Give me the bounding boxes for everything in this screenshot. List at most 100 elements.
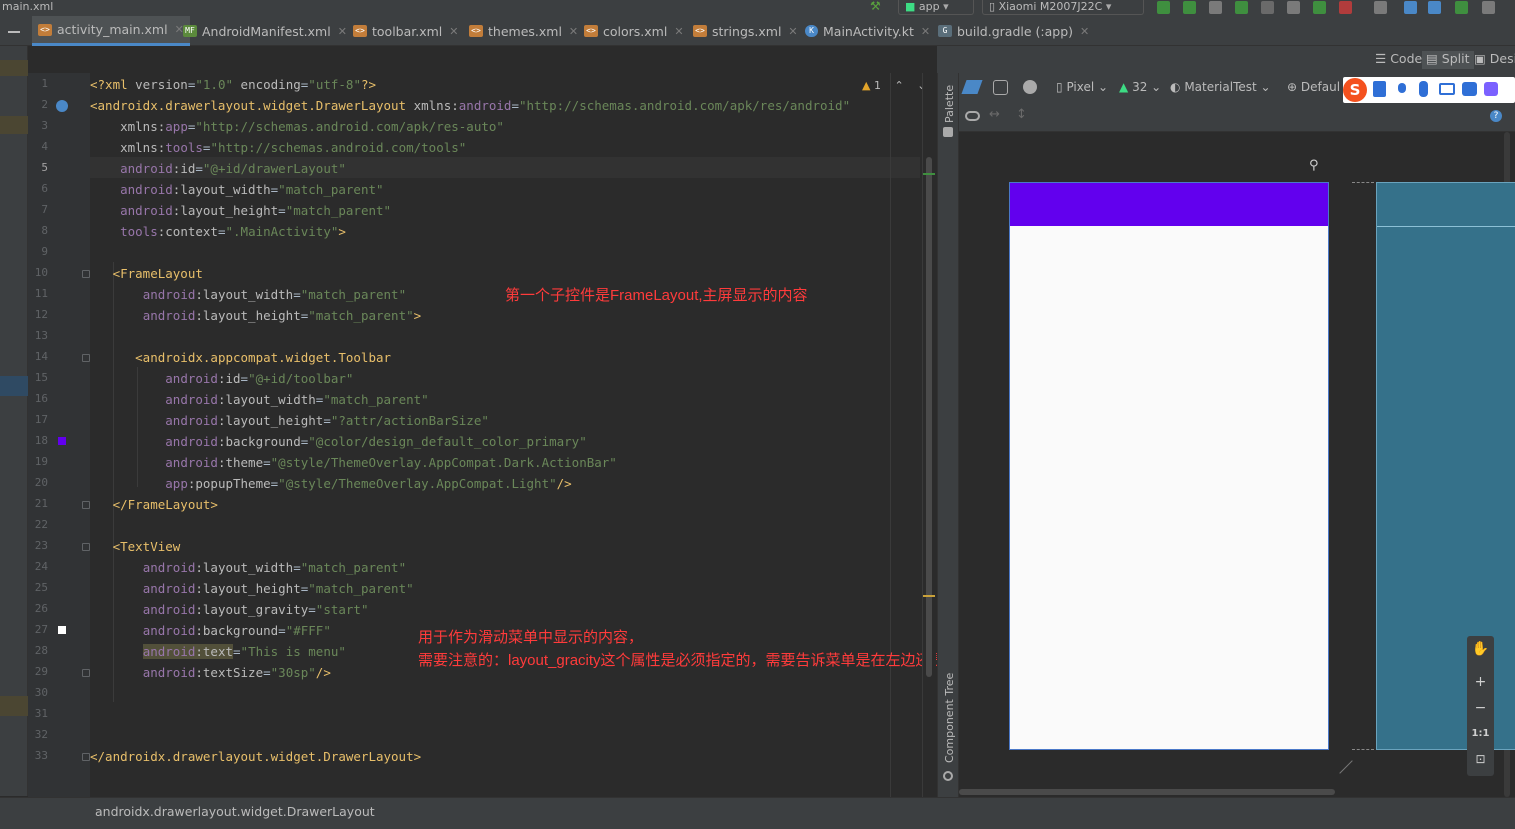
tab-activity-main[interactable]: <> activity_main.xml ✕ — [32, 16, 190, 46]
inspection-widget[interactable]: ▲ 1 ⌃ ⌄ — [862, 79, 926, 92]
code-mode-button[interactable]: ☰ Code — [1371, 51, 1426, 69]
sdk-manager-icon[interactable] — [1428, 1, 1441, 14]
tab-themes-xml[interactable]: <> themes.xml ✕ — [463, 16, 584, 46]
device-selector[interactable]: ▯ Xiaomi M2007J22C ▾ — [982, 0, 1144, 15]
code-token: android — [165, 455, 218, 470]
fold-icon[interactable] — [82, 270, 90, 278]
theme-dropdown[interactable]: ◐ MaterialTest ⌄ — [1170, 80, 1271, 94]
color-swatch-icon[interactable] — [58, 626, 66, 634]
ime-toolbar: S — [1343, 77, 1515, 103]
apply-changes-icon[interactable] — [1157, 1, 1170, 14]
code-editor[interactable]: <?xml version="1.0" encoding="utf-8"?> <a… — [90, 73, 976, 797]
fold-icon[interactable] — [82, 543, 90, 551]
error-stripe-mark[interactable] — [923, 595, 935, 597]
keyboard-icon[interactable] — [1439, 83, 1455, 95]
editor-scrollbar[interactable] — [922, 73, 936, 797]
help-icon[interactable]: ? — [1490, 110, 1502, 122]
component-tree-tab[interactable]: Component Tree — [943, 673, 956, 763]
device-manager-icon[interactable] — [1374, 1, 1387, 14]
activity-gutter-icon[interactable] — [56, 100, 68, 112]
close-icon[interactable]: ✕ — [788, 25, 797, 38]
structure-breadcrumb[interactable]: androidx.drawerlayout.widget.DrawerLayou… — [95, 804, 375, 819]
api-dropdown[interactable]: ▲ 32 ⌄ — [1119, 80, 1161, 94]
skin-icon[interactable] — [1462, 82, 1477, 96]
fold-icon[interactable] — [82, 501, 90, 509]
wrench-icon[interactable]: ⚲ — [1309, 158, 1319, 173]
error-stripe-mark[interactable] — [923, 173, 935, 175]
zoom-to-fit-icon[interactable]: ⊡ — [1467, 752, 1494, 766]
device-dropdown[interactable]: ▯ Pixel ⌄ — [1056, 80, 1108, 94]
close-icon[interactable]: ✕ — [1080, 25, 1089, 38]
theme-label: MaterialTest — [1184, 80, 1257, 94]
close-icon[interactable]: ✕ — [674, 25, 683, 38]
orientation-icon[interactable] — [993, 80, 1008, 95]
tab-toolbar-xml[interactable]: <> toolbar.xml ✕ — [347, 16, 465, 46]
apply-code-changes-icon[interactable] — [1183, 1, 1196, 14]
tab-android-manifest[interactable]: MF AndroidManifest.xml ✕ — [177, 16, 353, 46]
tab-strings-xml[interactable]: <> strings.xml ✕ — [687, 16, 804, 46]
run-config-selector[interactable]: ■ app ▾ — [898, 0, 974, 15]
scroll-thumb[interactable] — [926, 157, 932, 677]
tab-main-activity[interactable]: K MainActivity.kt ✕ — [799, 16, 936, 46]
debug-icon[interactable] — [1235, 1, 1248, 14]
toolbox-icon[interactable] — [1484, 82, 1498, 96]
image-icon: ▣ — [1474, 51, 1486, 66]
tab-build-gradle[interactable]: G build.gradle (:app) ✕ — [932, 16, 1095, 46]
code-token: "http://schemas.android.com/tools" — [210, 140, 467, 155]
close-icon[interactable]: ✕ — [569, 25, 578, 38]
blueprint-preview[interactable] — [1376, 182, 1515, 750]
logcat-icon[interactable] — [1209, 1, 1222, 14]
sync-icon[interactable] — [1404, 1, 1417, 14]
zoom-out-button[interactable]: − — [1467, 700, 1494, 716]
canvas-scroll-thumb[interactable] — [959, 789, 1335, 795]
design-mode-button[interactable]: ▣ Desi — [1472, 51, 1515, 69]
chevron-down-icon: ⌄ — [1260, 80, 1271, 94]
microphone-icon[interactable] — [1419, 81, 1428, 97]
component-tree-icon[interactable] — [943, 771, 953, 781]
zoom-in-button[interactable]: + — [1467, 674, 1494, 690]
device-mirror-icon[interactable] — [1482, 1, 1495, 14]
vertical-arrows-icon[interactable]: ↕ — [1016, 107, 1027, 122]
fold-icon[interactable] — [82, 354, 90, 362]
fold-icon[interactable] — [82, 669, 90, 677]
code-token: app — [165, 119, 188, 134]
xml-file-icon: <> — [469, 25, 483, 37]
close-icon[interactable]: ✕ — [338, 25, 347, 38]
line-number: 14 — [34, 350, 48, 363]
color-swatch-icon[interactable] — [58, 437, 66, 445]
close-icon[interactable]: ✕ — [449, 25, 458, 38]
toolbar-preview[interactable] — [1010, 183, 1328, 226]
design-mode-label: Desi — [1489, 51, 1515, 66]
eye-icon[interactable] — [965, 111, 980, 121]
close-icon[interactable]: ✕ — [921, 25, 930, 38]
chevron-up-icon[interactable]: ⌃ — [894, 79, 903, 92]
night-mode-icon[interactable] — [1023, 80, 1037, 94]
horizontal-arrows-icon[interactable]: ↔ — [989, 107, 1000, 122]
layers-icon[interactable] — [961, 80, 983, 94]
stop-icon[interactable] — [1339, 1, 1352, 14]
palette-icon[interactable] — [943, 127, 953, 137]
avd-manager-icon[interactable] — [1455, 1, 1468, 14]
resize-handle-icon[interactable] — [1327, 748, 1353, 774]
fold-icon[interactable] — [82, 753, 90, 761]
ime-language-icon[interactable] — [1373, 81, 1386, 97]
navigation-breadcrumb[interactable]: main.xml — [2, 0, 53, 13]
code-token: android — [458, 98, 512, 113]
collapse-icon[interactable] — [8, 31, 20, 33]
ime-punctuation-icon[interactable] — [1398, 83, 1406, 93]
actual-size-button[interactable]: 1:1 — [1467, 728, 1494, 739]
code-token: :theme — [217, 455, 264, 470]
attach-process-icon[interactable] — [1313, 1, 1326, 14]
build-hammer-icon[interactable]: ⚒ — [870, 0, 884, 12]
palette-tab[interactable]: Palette — [943, 85, 956, 123]
line-number: 10 — [34, 266, 48, 279]
profiler-icon[interactable] — [1287, 1, 1300, 14]
tab-colors-xml[interactable]: <> colors.xml ✕ — [578, 16, 690, 46]
device-preview[interactable] — [1009, 182, 1329, 750]
attach-debugger-icon[interactable] — [1261, 1, 1274, 14]
split-mode-button[interactable]: ▤ Split — [1422, 51, 1474, 69]
locale-dropdown[interactable]: ⊕ Defaul — [1287, 80, 1340, 94]
pan-hand-icon[interactable]: ✋ — [1467, 641, 1494, 657]
